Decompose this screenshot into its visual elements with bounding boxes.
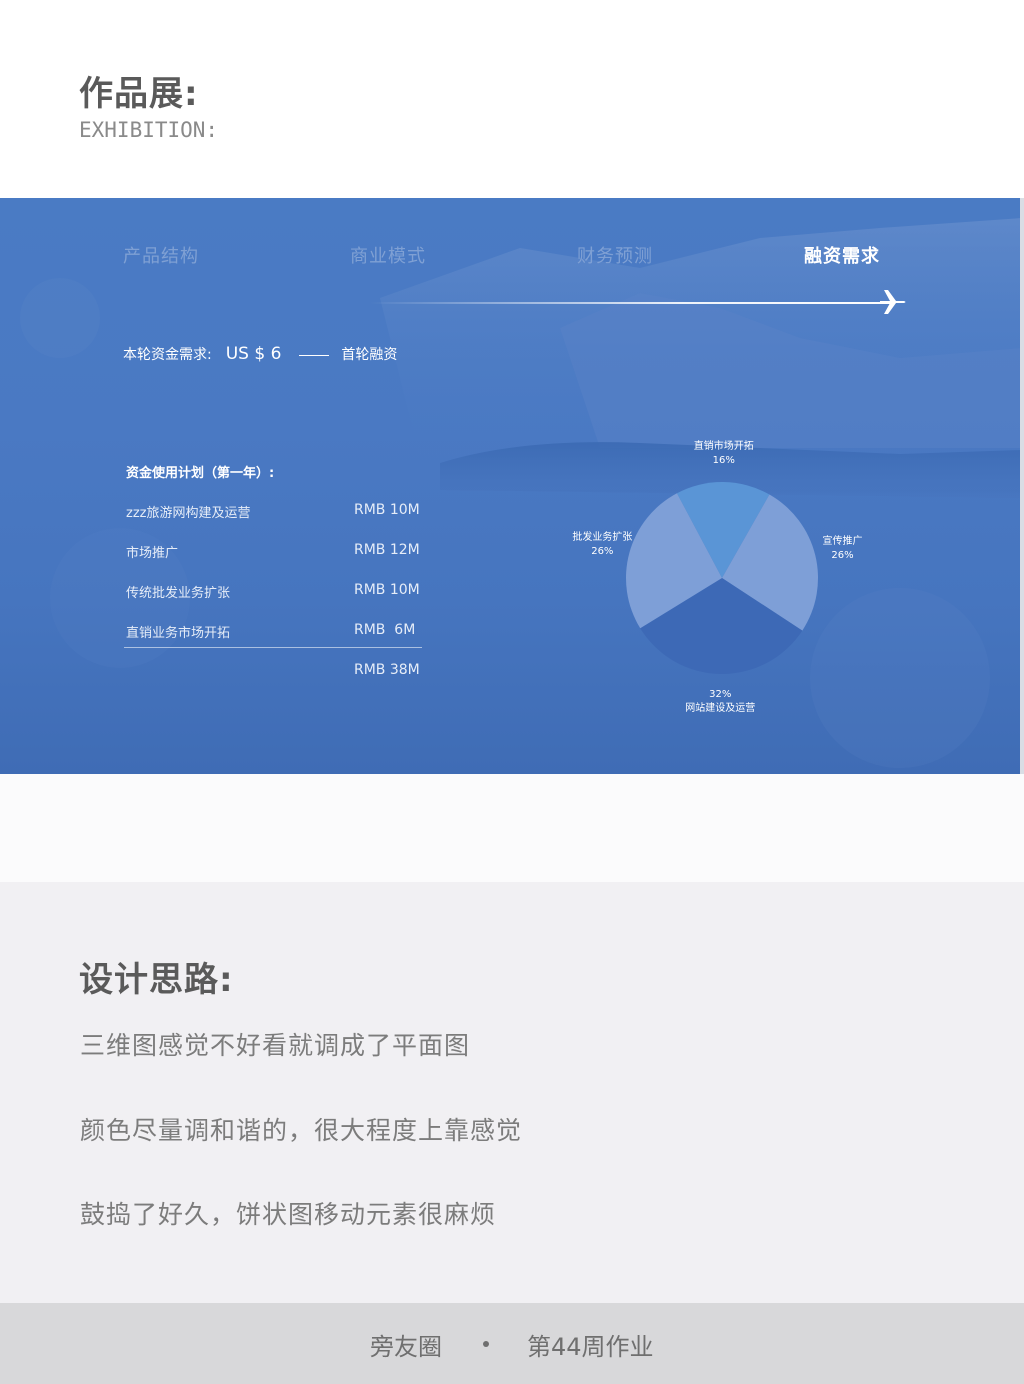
pie-slice-name: 直销市场开拓 [693,441,754,452]
design-note-line: 鼓捣了好久，饼状图移动元素很麻烦 [80,1200,497,1229]
fund-plan-value: RMB 10M [354,502,420,518]
fund-plan-item: 直销业务市场开拓 [126,626,231,641]
fund-plan-value: RMB 6M [354,622,416,638]
airplane-icon [880,290,906,314]
pie-slice-percent: 26% [591,546,614,558]
footer: 旁友圈 第44周作业 [0,1303,1024,1384]
pie-slice-percent: 26% [831,549,854,561]
fund-plan-row: 市场推广 RMB 12M [126,542,426,562]
timeline-line [370,302,890,304]
pie-slice-percent: 32% [709,688,732,700]
spacer [0,774,1024,882]
tab-business-model[interactable]: 商业模式 [350,242,426,268]
funding-dash [299,354,330,356]
fund-plan-row: zzz旅游网构建及运营 RMB 10M [126,502,426,522]
funding-label: 本轮资金需求: [123,347,212,363]
tab-product-structure[interactable]: 产品结构 [123,242,199,268]
exhibition-title: 作品展: [79,74,199,114]
pie-slice-percent: 16% [712,455,735,466]
funding-requirement: 本轮资金需求: US $ 6 首轮融资 [123,344,397,364]
slide-edge [1020,198,1024,774]
funding-amount: US $ 6 [225,344,282,364]
pie-slice-label: 批发业务扩张 26% [562,531,642,559]
presentation-slide: 产品结构 商业模式 财务预测 融资需求 本轮资金需求: US $ 6 首轮融资 资金… [0,198,1022,774]
footer-week-label: 第44周作业 [527,1333,654,1361]
footer-brand: 旁友圈 [370,1333,442,1361]
fund-plan-value: RMB 12M [354,542,420,558]
tab-financing-needs[interactable]: 融资需求 [804,242,880,268]
exhibition-subtitle: EXHIBITION: [79,118,219,142]
fund-plan-item: zzz旅游网构建及运营 [126,506,251,521]
design-note-line: 颜色尽量调和谐的，很大程度上靠感觉 [80,1116,523,1145]
design-notes-section: 设计思路: 三维图感觉不好看就调成了平面图 颜色尽量调和谐的，很大程度上靠感觉 … [0,882,1024,1303]
pie-slice-name: 网站建设及运营 [685,702,756,714]
exhibition-section: 作品展: EXHIBITION: [0,0,1024,198]
footer-separator-dot [483,1341,489,1347]
fund-plan-row: 直销业务市场开拓 RMB 6M [126,622,426,642]
design-note-line: 三维图感觉不好看就调成了平面图 [80,1031,471,1060]
fund-plan-total: RMB 38M [354,662,420,678]
pie-slice-label: 32% 网站建设及运营 [680,688,760,716]
fund-plan-item: 市场推广 [126,546,179,561]
fund-plan-value: RMB 10M [354,582,420,598]
fund-plan-row: 传统批发业务扩张 RMB 10M [126,582,426,602]
pie-slice-label: 直销市场开拓 16% [684,440,764,468]
design-title: 设计思路: [79,960,234,1000]
slide-tab-bar: 产品结构 商业模式 财务预测 融资需求 [0,242,1022,272]
fund-plan-divider [124,647,422,648]
pie-slice-name: 批发业务扩张 [572,532,633,544]
tab-financial-forecast[interactable]: 财务预测 [577,242,653,268]
pie-slice-label: 宣传推广 26% [803,535,883,563]
funding-round: 首轮融资 [341,347,398,363]
fund-plan-item: 传统批发业务扩张 [126,586,231,601]
fund-plan-title: 资金使用计划（第一年）: [126,466,275,481]
pie-slice-name: 宣传推广 [822,535,863,547]
